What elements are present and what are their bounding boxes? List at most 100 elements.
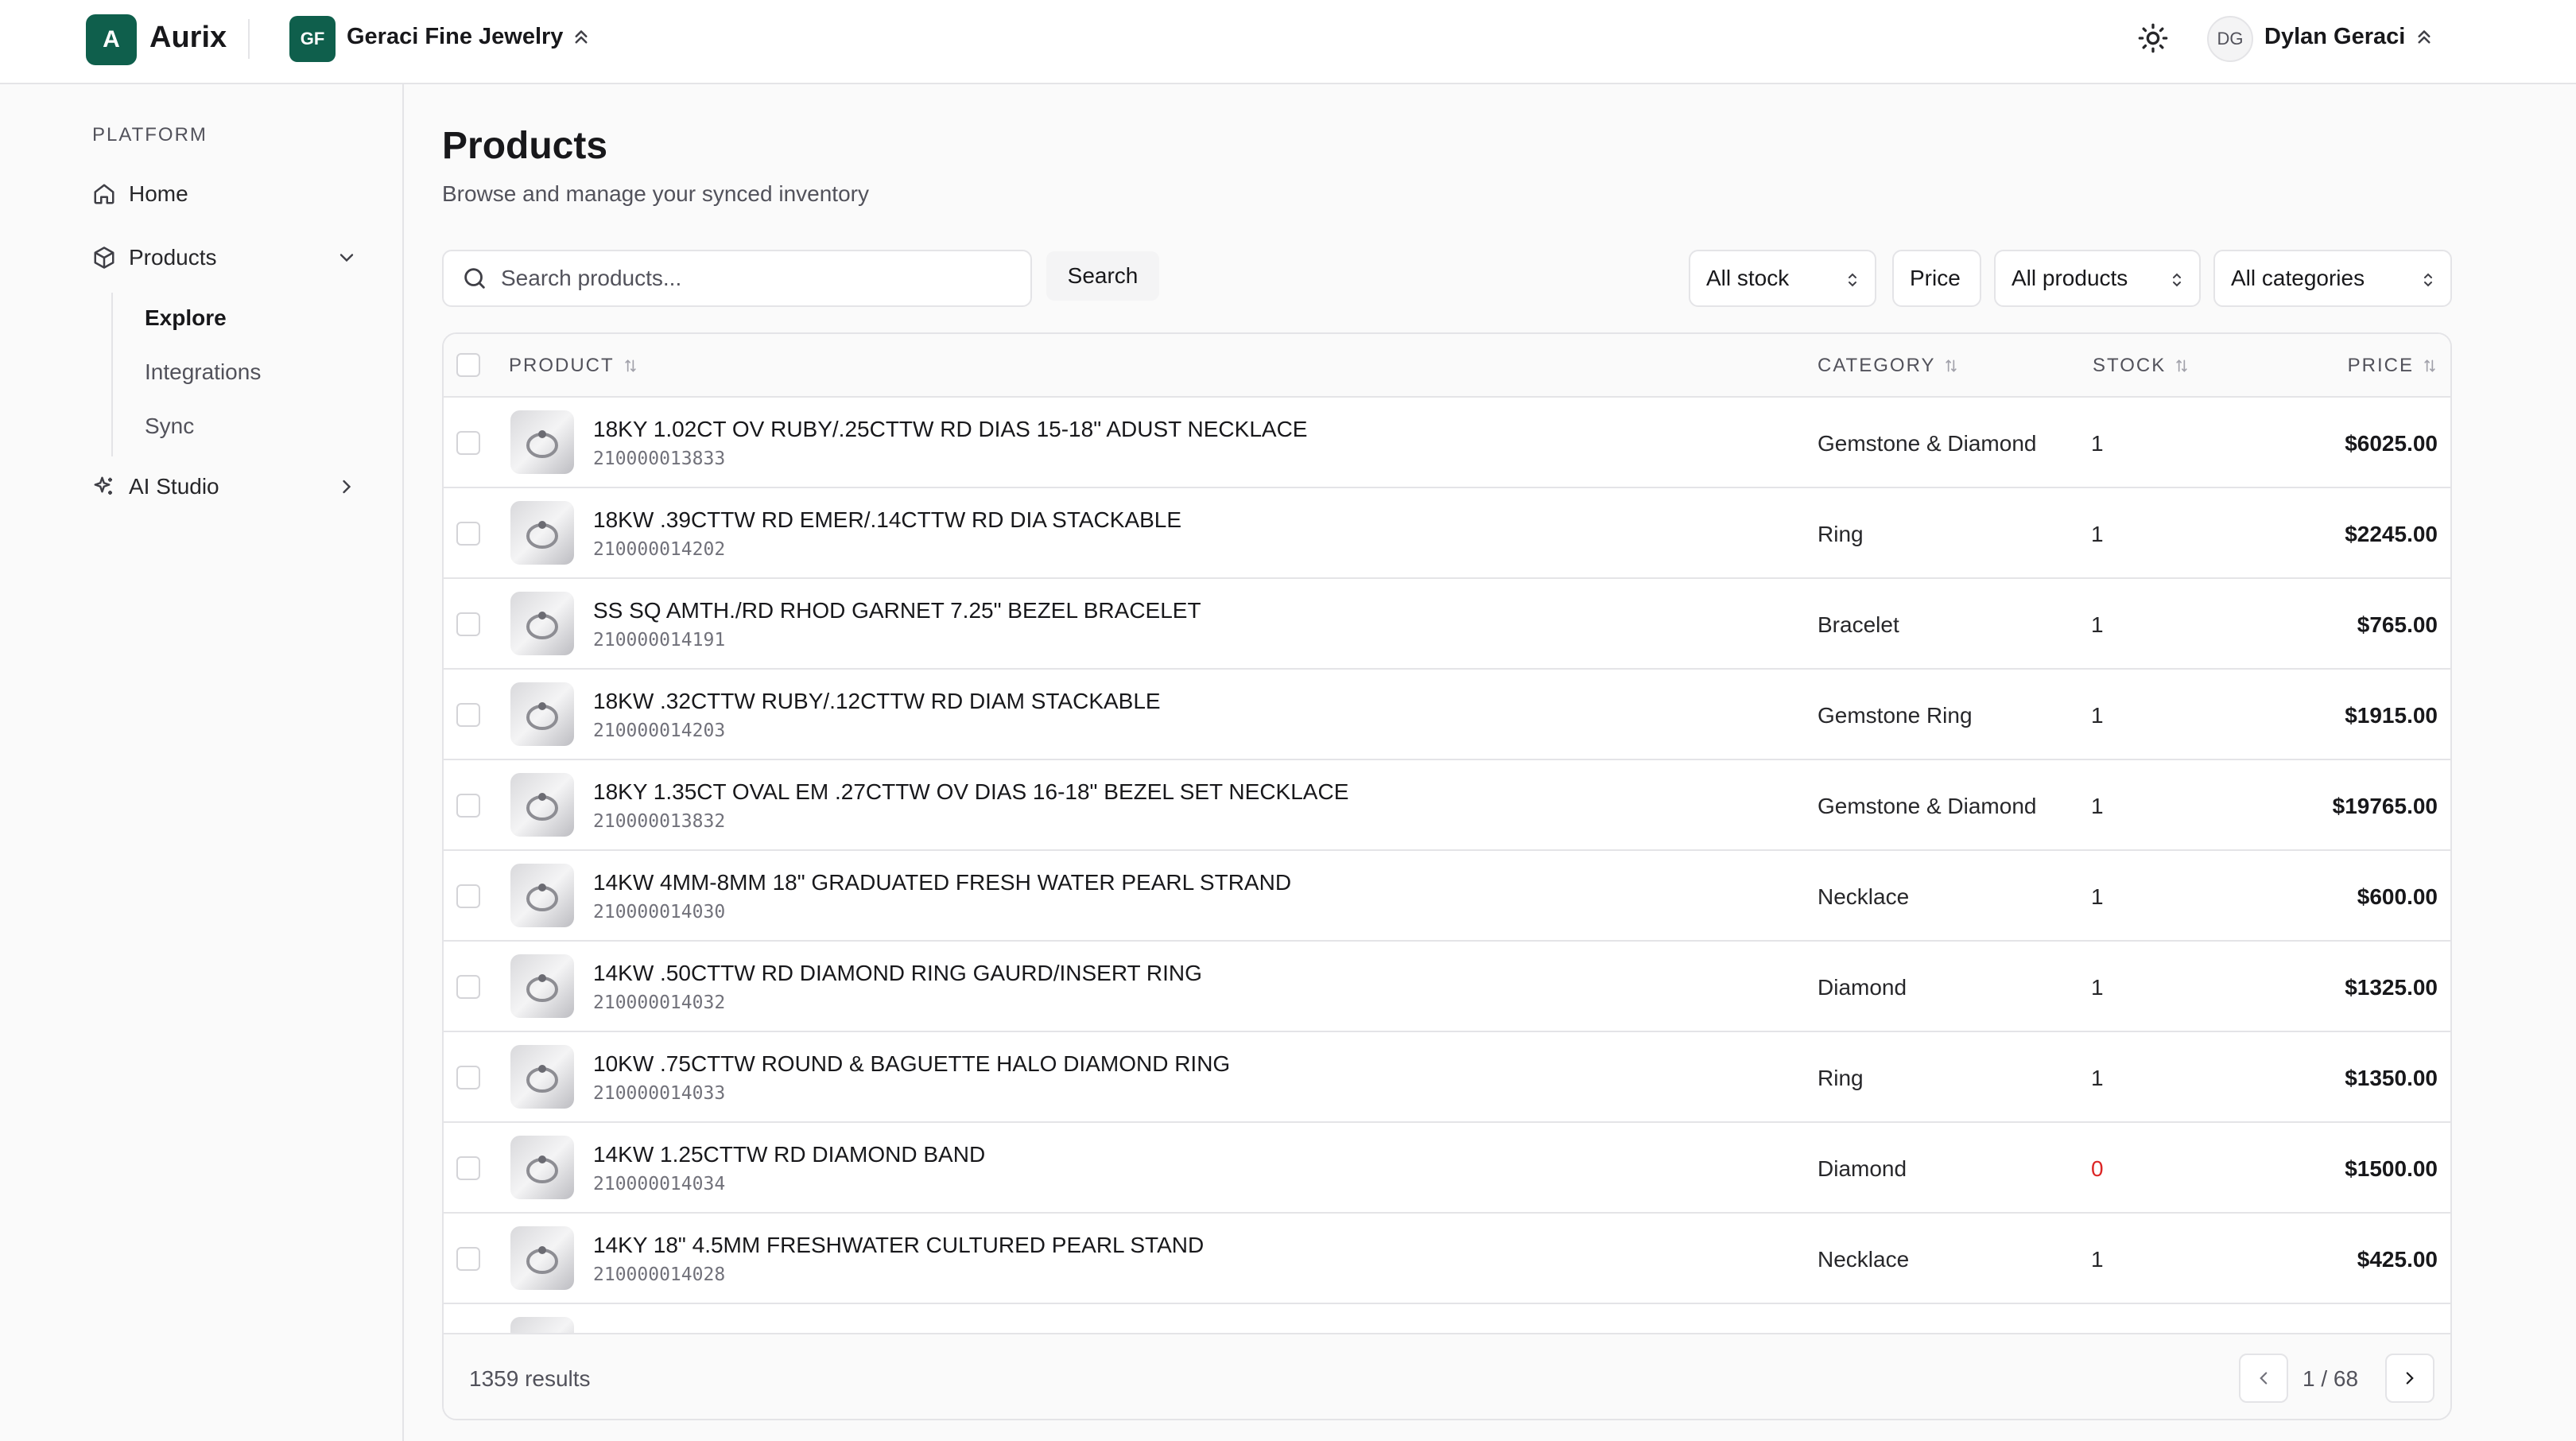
top-bar: A Aurix GF Geraci Fine Jewelry DG Dylan … xyxy=(0,0,2576,84)
row-checkbox[interactable] xyxy=(456,522,480,546)
product-category: Diamond xyxy=(1818,1156,1907,1181)
row-checkbox[interactable] xyxy=(456,794,480,818)
row-checkbox[interactable] xyxy=(456,975,480,999)
product-thumbnail[interactable] xyxy=(510,1136,574,1199)
product-thumbnail[interactable] xyxy=(510,682,574,746)
product-name[interactable]: 18KW .32CTTW RUBY/.12CTTW RD DIAM STACKA… xyxy=(593,689,1161,714)
next-page-button[interactable] xyxy=(2385,1354,2434,1403)
product-name[interactable]: SS SQ AMTH./RD RHOD GARNET 7.25" BEZEL B… xyxy=(593,598,1201,623)
top-divider xyxy=(248,19,250,59)
product-name[interactable]: 18KW .39CTTW RD EMER/.14CTTW RD DIA STAC… xyxy=(593,507,1181,533)
app-logo[interactable]: A xyxy=(86,14,137,65)
search-input[interactable] xyxy=(501,266,1010,291)
sidebar-subitem-explore[interactable]: Explore xyxy=(145,305,227,331)
org-switcher[interactable]: Geraci Fine Jewelry xyxy=(347,24,563,50)
product-name[interactable]: 18KY 1.02CT OV RUBY/.25CTTW RD DIAS 15-1… xyxy=(593,417,1307,442)
product-thumbnail[interactable] xyxy=(510,954,574,1018)
row-checkbox[interactable] xyxy=(456,612,480,636)
product-stock: 1 xyxy=(2091,1066,2104,1090)
product-thumbnail[interactable] xyxy=(510,864,574,927)
product-name[interactable]: 14KY 18" 4.5MM FRESHWATER CULTURED PEARL… xyxy=(593,1233,1204,1258)
product-thumbnail[interactable] xyxy=(510,1226,574,1290)
table-row[interactable]: 18KY 1.35CT OVAL EM .27CTTW OV DIAS 16-1… xyxy=(444,760,2450,851)
search-button[interactable]: Search xyxy=(1046,251,1159,301)
org-avatar[interactable]: GF xyxy=(289,16,336,62)
table-row[interactable]: 18KY 1.02CT OV RUBY/.25CTTW RD DIAS 15-1… xyxy=(444,398,2450,488)
sidebar-item-products[interactable]: Products xyxy=(80,232,366,283)
row-checkbox[interactable] xyxy=(456,703,480,727)
search-field[interactable] xyxy=(442,250,1032,307)
table-row xyxy=(444,1304,2450,1333)
product-thumbnail[interactable] xyxy=(510,501,574,565)
product-name[interactable]: 14KW 1.25CTTW RD DIAMOND BAND xyxy=(593,1142,985,1167)
chevron-down-icon[interactable] xyxy=(336,247,358,269)
box-icon xyxy=(94,247,114,269)
table-row[interactable]: 14KW 4MM-8MM 18" GRADUATED FRESH WATER P… xyxy=(444,851,2450,942)
chevron-right-icon[interactable] xyxy=(336,476,358,498)
prev-page-button[interactable] xyxy=(2239,1354,2288,1403)
sun-icon[interactable] xyxy=(2137,22,2169,54)
product-sku: 210000014034 xyxy=(593,1174,726,1194)
table-row[interactable]: 18KW .32CTTW RUBY/.12CTTW RD DIAM STACKA… xyxy=(444,670,2450,760)
column-header-price[interactable]: PRICE xyxy=(2348,355,2438,377)
select-all-checkbox[interactable] xyxy=(456,353,480,377)
table-row[interactable]: 14KY 18" 4.5MM FRESHWATER CULTURED PEARL… xyxy=(444,1214,2450,1304)
categories-filter-select[interactable]: All categories xyxy=(2213,250,2452,307)
products-filter-select[interactable]: All products xyxy=(1994,250,2201,307)
product-name[interactable]: 14KW .50CTTW RD DIAMOND RING GAURD/INSER… xyxy=(593,961,1202,986)
product-stock: 1 xyxy=(2091,431,2104,456)
sidebar-item-ai-studio[interactable]: AI Studio xyxy=(80,461,366,512)
column-header-product[interactable]: PRODUCT xyxy=(509,355,638,377)
product-sku: 210000014028 xyxy=(593,1264,726,1285)
product-sku: 210000013832 xyxy=(593,811,726,832)
sidebar-item-home[interactable]: Home xyxy=(80,169,366,219)
product-name[interactable]: 10KW .75CTTW ROUND & BAGUETTE HALO DIAMO… xyxy=(593,1051,1230,1077)
sidebar-subitem-integrations[interactable]: Integrations xyxy=(145,359,261,385)
sort-icon xyxy=(625,359,636,372)
page-subtitle: Browse and manage your synced inventory xyxy=(442,181,869,206)
column-header-category[interactable]: CATEGORY xyxy=(1818,355,1959,377)
price-filter-button[interactable]: Price xyxy=(1892,250,1981,307)
product-sku: 210000014030 xyxy=(593,902,726,922)
chevrons-up-down-icon xyxy=(2173,273,2181,287)
sidebar-item-label: AI Studio xyxy=(129,474,219,499)
product-stock: 1 xyxy=(2091,975,2104,1000)
results-count: 1359 results xyxy=(469,1366,591,1391)
stock-filter-select[interactable]: All stock xyxy=(1689,250,1876,307)
column-header-stock[interactable]: STOCK xyxy=(2093,355,2190,377)
table-row[interactable]: SS SQ AMTH./RD RHOD GARNET 7.25" BEZEL B… xyxy=(444,579,2450,670)
table-row[interactable]: 14KW .50CTTW RD DIAMOND RING GAURD/INSER… xyxy=(444,942,2450,1032)
user-menu[interactable]: Dylan Geraci xyxy=(2264,24,2405,50)
table-row[interactable]: 18KW .39CTTW RD EMER/.14CTTW RD DIA STAC… xyxy=(444,488,2450,579)
product-price: $6025.00 xyxy=(2345,431,2438,456)
product-thumbnail[interactable] xyxy=(510,1045,574,1109)
table-row[interactable]: 14KW 1.25CTTW RD DIAMOND BAND 21000001403… xyxy=(444,1123,2450,1214)
product-sku: 210000014033 xyxy=(593,1083,726,1104)
products-filter-value: All products xyxy=(2012,266,2128,290)
product-category: Gemstone & Diamond xyxy=(1818,794,2037,818)
table-row[interactable]: 10KW .75CTTW ROUND & BAGUETTE HALO DIAMO… xyxy=(444,1032,2450,1123)
product-thumbnail[interactable] xyxy=(510,773,574,837)
sidebar-subitem-sync[interactable]: Sync xyxy=(145,414,194,439)
product-category: Necklace xyxy=(1818,884,1910,909)
product-sku: 210000014032 xyxy=(593,992,726,1013)
product-name[interactable]: 14KW 4MM-8MM 18" GRADUATED FRESH WATER P… xyxy=(593,870,1291,895)
product-name[interactable]: 18KY 1.35CT OVAL EM .27CTTW OV DIAS 16-1… xyxy=(593,779,1348,805)
product-thumbnail[interactable] xyxy=(510,410,574,474)
user-avatar[interactable]: DG xyxy=(2207,16,2253,62)
sparkles-icon xyxy=(94,476,112,495)
table-footer: 1359 results 1 / 68 xyxy=(444,1333,2450,1419)
product-sku: 210000013833 xyxy=(593,449,726,469)
column-header-label: PRODUCT xyxy=(509,355,615,376)
row-checkbox[interactable] xyxy=(456,1247,480,1271)
product-thumbnail[interactable] xyxy=(510,592,574,655)
product-price: $425.00 xyxy=(2357,1247,2438,1272)
row-checkbox[interactable] xyxy=(456,431,480,455)
row-checkbox[interactable] xyxy=(456,1156,480,1180)
row-checkbox[interactable] xyxy=(456,1066,480,1089)
sort-icon xyxy=(2176,359,2187,372)
chevrons-up-icon[interactable] xyxy=(2412,24,2436,51)
column-header-label: CATEGORY xyxy=(1818,355,1936,376)
row-checkbox[interactable] xyxy=(456,884,480,908)
chevrons-up-icon[interactable] xyxy=(569,24,593,51)
